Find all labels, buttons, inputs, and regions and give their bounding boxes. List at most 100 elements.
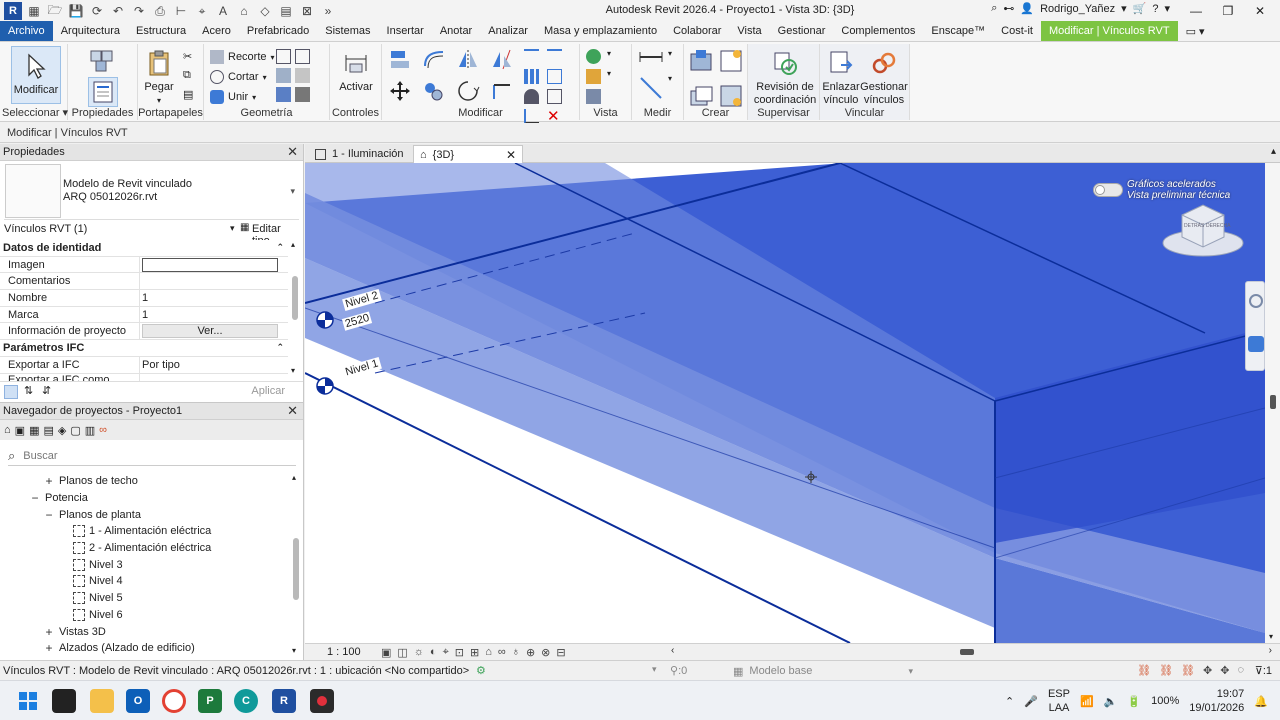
unpin-icon[interactable] <box>547 89 562 104</box>
teams-icon[interactable]: C <box>234 689 258 713</box>
manage-links-button[interactable]: Gestionar vínculos <box>860 48 908 107</box>
close-button[interactable]: ✕ <box>1244 0 1276 22</box>
name-field[interactable]: 1 <box>140 290 288 306</box>
scroll-down-icon[interactable]: ▾ <box>291 366 295 375</box>
scroll-right-icon[interactable]: › <box>1269 645 1272 656</box>
copy-icon[interactable]: ⧉ <box>183 69 198 84</box>
view-scale[interactable]: 1 : 100 <box>327 646 361 658</box>
tab-modificar-vinculos[interactable]: Modificar | Vínculos RVT <box>1040 21 1178 41</box>
mark-field[interactable]: 1 <box>140 307 288 323</box>
offset-icon[interactable] <box>422 48 450 73</box>
minimize-button[interactable]: — <box>1180 0 1212 22</box>
tab-gestionar[interactable]: Gestionar <box>770 21 834 41</box>
tab-vista[interactable]: Vista <box>729 21 769 41</box>
select-pinned-icon[interactable]: ⛓ <box>1181 664 1195 677</box>
instance-filter[interactable]: Vínculos RVT (1) <box>4 223 87 235</box>
revit-taskbar-icon[interactable]: R <box>272 689 296 713</box>
search-input[interactable]: Buscar <box>23 450 57 462</box>
volume-icon[interactable]: 🔈 <box>1104 695 1118 708</box>
edit-type-icon[interactable]: ▦ <box>240 222 249 233</box>
project-info-button[interactable]: Ver... <box>142 324 278 339</box>
tree-item-view[interactable]: Nivel 4 <box>0 573 290 590</box>
home-icon[interactable]: ⌂ <box>4 424 11 436</box>
tab-insertar[interactable]: Insertar <box>379 21 432 41</box>
horizontal-scroll-thumb[interactable] <box>960 649 974 655</box>
3d-view-icon[interactable]: ⌂ <box>235 2 253 20</box>
tab-estructura[interactable]: Estructura <box>128 21 194 41</box>
view-cube[interactable]: DERECHA DETRÁS <box>1160 193 1246 263</box>
save-icon[interactable]: 💾 <box>67 2 85 20</box>
scroll-thumb[interactable] <box>1270 395 1276 409</box>
close-icon[interactable]: ✕ <box>287 403 298 419</box>
select-underlay-icon[interactable]: ⛓ <box>1159 664 1173 677</box>
chevron-down-icon[interactable]: ▾ <box>1121 2 1127 15</box>
microphone-icon[interactable]: 🎤 <box>1024 695 1038 708</box>
trim-extend-icon[interactable] <box>490 79 518 106</box>
tree-item-planos-techo[interactable]: + Planos de techo <box>0 473 290 490</box>
group-label-seleccionar[interactable]: Seleccionar ▾ <box>2 106 68 119</box>
mirror-axis-icon[interactable] <box>456 48 484 73</box>
recorder-icon[interactable] <box>310 689 334 713</box>
3d-view-canvas[interactable]: Nivel 2 2520 Nivel 1 0 Gráficos acelerad… <box>305 163 1265 643</box>
expand-qat-icon[interactable]: » <box>319 2 337 20</box>
sun-path-icon[interactable]: ☼ <box>414 646 424 659</box>
select-links-icon[interactable]: ⛓ <box>1137 664 1151 677</box>
paint-icon[interactable] <box>295 49 310 64</box>
workset-icon[interactable]: ⚙ <box>476 664 486 677</box>
apply-button[interactable]: Aplicar <box>251 385 285 397</box>
activar-button[interactable]: Activar <box>336 48 376 94</box>
type-selector[interactable]: Modelo de Revit vinculado ARQ 05012026r.… <box>4 164 299 220</box>
copy-element-icon[interactable] <box>422 79 450 106</box>
chevron-down-icon[interactable]: ▾ <box>652 664 657 675</box>
filter-icon[interactable]: ⊽:1 <box>1255 664 1272 677</box>
select-by-face-icon[interactable]: ✥ <box>1203 664 1212 677</box>
project-icon[interactable]: P <box>198 689 222 713</box>
search-icon[interactable]: ⌕ <box>991 2 997 15</box>
align-icon[interactable] <box>388 48 416 73</box>
pin-icon[interactable] <box>524 89 539 104</box>
create-parts-icon[interactable] <box>718 48 746 77</box>
dropdown-icon[interactable]: ▾ <box>607 69 622 84</box>
home-icon[interactable]: ▦ <box>25 2 43 20</box>
scroll-up-icon[interactable]: ▴ <box>292 473 296 482</box>
beam-column-join-icon[interactable] <box>276 87 291 102</box>
measure-between-icon[interactable] <box>638 49 666 68</box>
section-ifc[interactable]: Parámetros IFC ⌃ <box>0 340 288 357</box>
browser-scrollbar[interactable]: ▴ ▾ <box>292 473 300 655</box>
shadows-icon[interactable]: ◐ <box>430 646 437 659</box>
export-ifc-field[interactable]: Por tipo <box>140 357 288 373</box>
tab-analizar[interactable]: Analizar <box>480 21 536 41</box>
view-vertical-scrollbar[interactable]: ▾ <box>1265 163 1280 643</box>
detail-level-icon[interactable]: ▣ <box>381 646 391 659</box>
close-icon[interactable]: ✕ <box>506 148 516 162</box>
tab-enscape[interactable]: Enscape™ <box>923 21 993 41</box>
section-icon[interactable]: ◇ <box>256 2 274 20</box>
accelerated-graphics-toggle[interactable] <box>1093 183 1123 197</box>
render-icon[interactable]: ⌖ <box>443 646 449 659</box>
design-options-icon[interactable]: ⚲:0 <box>670 664 687 677</box>
hide-in-view-icon[interactable] <box>586 49 601 64</box>
constraints-icon[interactable]: ⊟ <box>556 646 565 659</box>
tab-prefabricado[interactable]: Prefabricado <box>239 21 317 41</box>
task-view-icon[interactable] <box>52 689 76 713</box>
tree-item-vistas-3d[interactable]: + Vistas 3D <box>0 623 290 640</box>
tab-3d[interactable]: ⌂ {3D} ✕ <box>413 145 523 163</box>
cortar-button[interactable]: Cortar ▾ <box>210 68 267 86</box>
user-name[interactable]: Rodrigo_Yañez <box>1040 3 1115 15</box>
zoom-icon[interactable] <box>1248 336 1264 352</box>
tag-icon[interactable]: ⌖ <box>193 2 211 20</box>
reload-link-button[interactable]: Enlazar vínculo <box>822 48 860 107</box>
aligned-dimension-icon[interactable] <box>638 74 666 105</box>
tree-item-potencia[interactable]: − Potencia <box>0 490 290 507</box>
steering-wheel-icon[interactable] <box>1249 294 1263 308</box>
wall-joins-icon[interactable] <box>276 68 291 83</box>
chevron-up-icon[interactable]: ⌃ <box>1005 695 1014 708</box>
measure-icon[interactable]: ⊢ <box>172 2 190 20</box>
browser-search[interactable]: ⌕ Buscar <box>8 446 296 466</box>
dropdown-icon[interactable]: ▾ <box>607 49 622 64</box>
lock-3d-icon[interactable]: ⌂ <box>485 646 492 659</box>
binoculars-icon[interactable]: ⊷ <box>1003 2 1014 15</box>
tree-item-planos-planta[interactable]: − Planos de planta <box>0 506 290 523</box>
chrome-icon[interactable] <box>162 689 186 713</box>
recorte-button[interactable]: Recorte ▾ <box>210 48 275 66</box>
